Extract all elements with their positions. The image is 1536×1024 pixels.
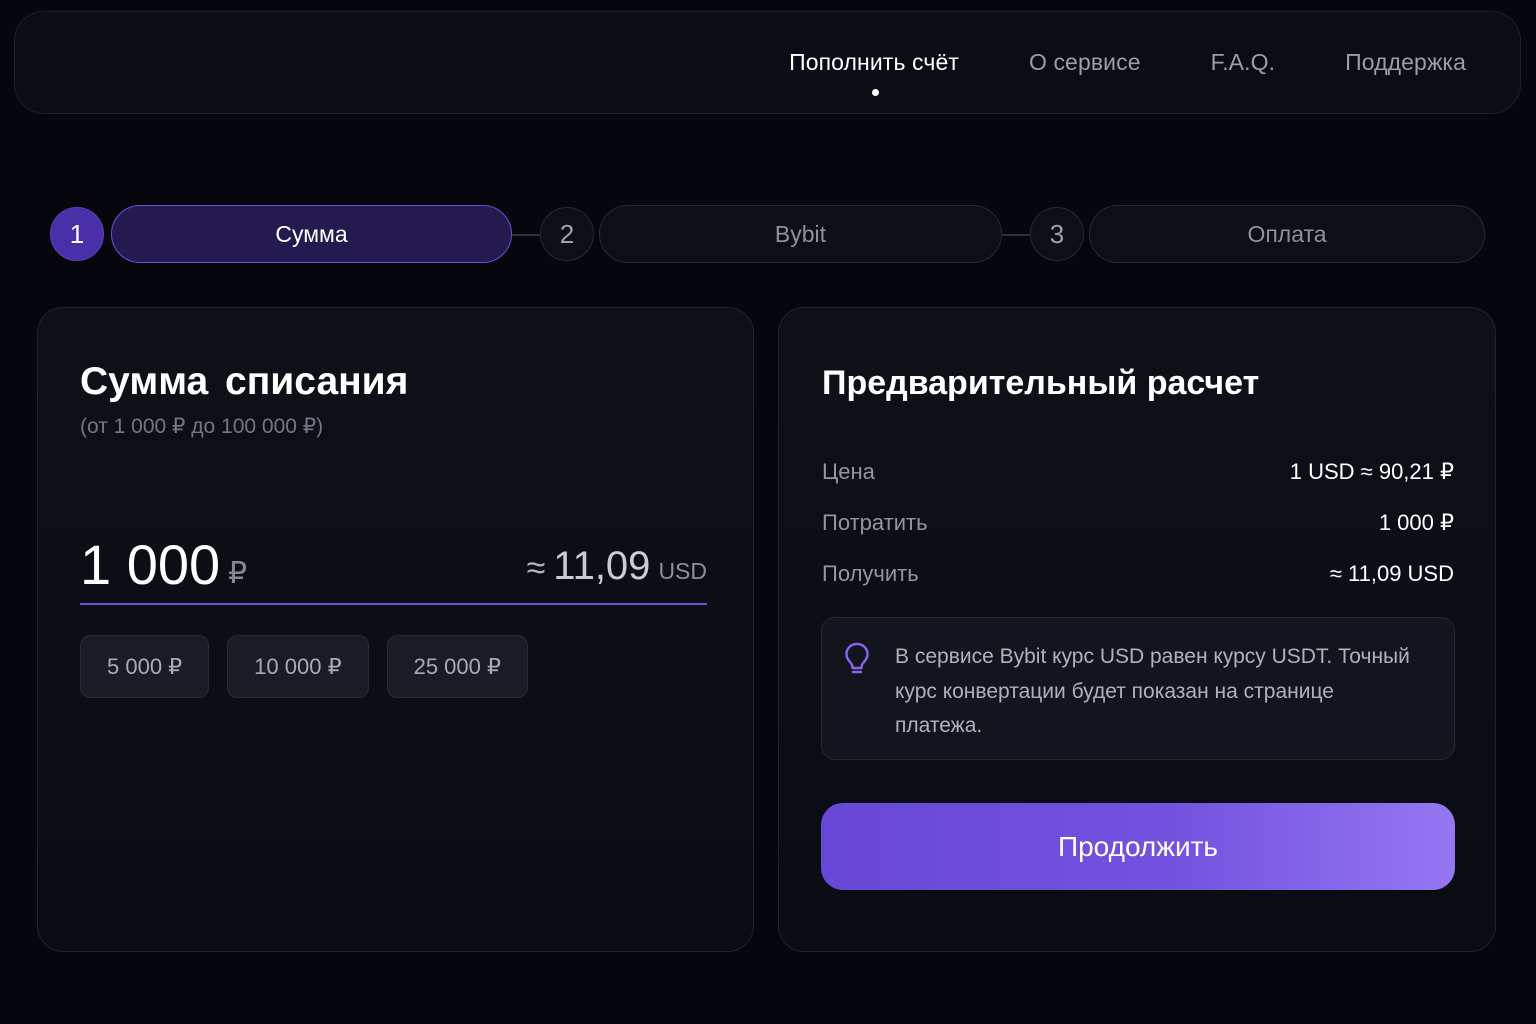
amount-value: 1 000 (80, 533, 221, 596)
amount-input[interactable]: 1 000 ₽ ≈ 11,09 USD (80, 526, 707, 606)
rate-info-text: В сервисе Bybit курс USD равен курсу USD… (895, 645, 1410, 737)
step-connector (1002, 234, 1030, 236)
step-2-bybit[interactable]: Bybit (599, 205, 1002, 263)
nav-item-label: Пополнить счёт (789, 49, 959, 75)
nav-item-about[interactable]: О сервисе (1029, 49, 1141, 76)
nav-item-label: Поддержка (1345, 49, 1466, 75)
step-connector (512, 234, 540, 236)
calc-value: ≈ 11,09 USD (1329, 560, 1454, 586)
calculation-card-title: Предварительный расчет (822, 364, 1260, 402)
step-label: Bybit (774, 220, 827, 247)
calc-row-price: Цена 1 USD ≈ 90,21 ₽ (822, 446, 1454, 497)
nav-item-top-up[interactable]: Пополнить счёт (789, 49, 959, 96)
calc-label: Потратить (822, 509, 928, 535)
step-3-number: 3 (1030, 207, 1084, 261)
calc-label: Цена (822, 458, 875, 484)
amount-card-title: Сумма списания (80, 360, 409, 403)
conversion-value: 11,09 (553, 544, 651, 588)
step-label: Сумма (275, 220, 348, 247)
step-2-number: 2 (540, 207, 594, 261)
top-navigation-bar: Пополнить счёт О сервисе F.A.Q. Поддержк… (14, 11, 1521, 114)
calc-row-spend: Потратить 1 000 ₽ (822, 497, 1454, 548)
main-nav: Пополнить счёт О сервисе F.A.Q. Поддержк… (789, 12, 1466, 113)
active-indicator-dot (872, 89, 880, 96)
calc-row-receive: Получить ≈ 11,09 USD (822, 548, 1454, 599)
usd-conversion: ≈ 11,09 USD (527, 544, 707, 589)
step-label: Оплата (1247, 220, 1327, 247)
calc-value: 1 000 ₽ (1378, 509, 1454, 535)
calculation-card: Предварительный расчет Цена 1 USD ≈ 90,2… (778, 307, 1496, 952)
nav-item-label: О сервисе (1028, 49, 1141, 75)
lightbulb-icon (845, 642, 869, 674)
calc-label: Получить (822, 560, 919, 586)
preset-amounts: 5 000 ₽ 10 000 ₽ 25 000 ₽ (80, 635, 528, 698)
amount-range-hint: (от 1 000 ₽ до 100 000 ₽) (80, 415, 324, 438)
calculation-list: Цена 1 USD ≈ 90,21 ₽ Потратить 1 000 ₽ П… (822, 446, 1454, 599)
preset-5000-button[interactable]: 5 000 ₽ (80, 635, 210, 698)
step-1-number: 1 (50, 207, 104, 261)
step-3-payment[interactable]: Оплата (1089, 205, 1485, 263)
preset-25000-button[interactable]: 25 000 ₽ (386, 635, 528, 698)
calc-value: 1 USD ≈ 90,21 ₽ (1289, 458, 1454, 484)
rate-info-box: В сервисе Bybit курс USD равен курсу USD… (821, 617, 1455, 760)
nav-item-support[interactable]: Поддержка (1345, 49, 1466, 76)
conversion-currency: USD (658, 558, 707, 584)
progress-stepper: 1 Сумма 2 Bybit 3 Оплата (50, 205, 1485, 265)
amount-card: Сумма списания (от 1 000 ₽ до 100 000 ₽)… (37, 307, 754, 952)
preset-10000-button[interactable]: 10 000 ₽ (227, 635, 369, 698)
continue-button[interactable]: Продолжить (821, 803, 1455, 890)
nav-item-label: F.A.Q. (1210, 49, 1276, 75)
step-1-amount[interactable]: Сумма (111, 205, 512, 263)
nav-item-faq[interactable]: F.A.Q. (1211, 49, 1276, 76)
approx-sign: ≈ (526, 549, 546, 587)
amount-input-underline (80, 603, 707, 605)
ruble-currency-icon: ₽ (228, 557, 248, 590)
